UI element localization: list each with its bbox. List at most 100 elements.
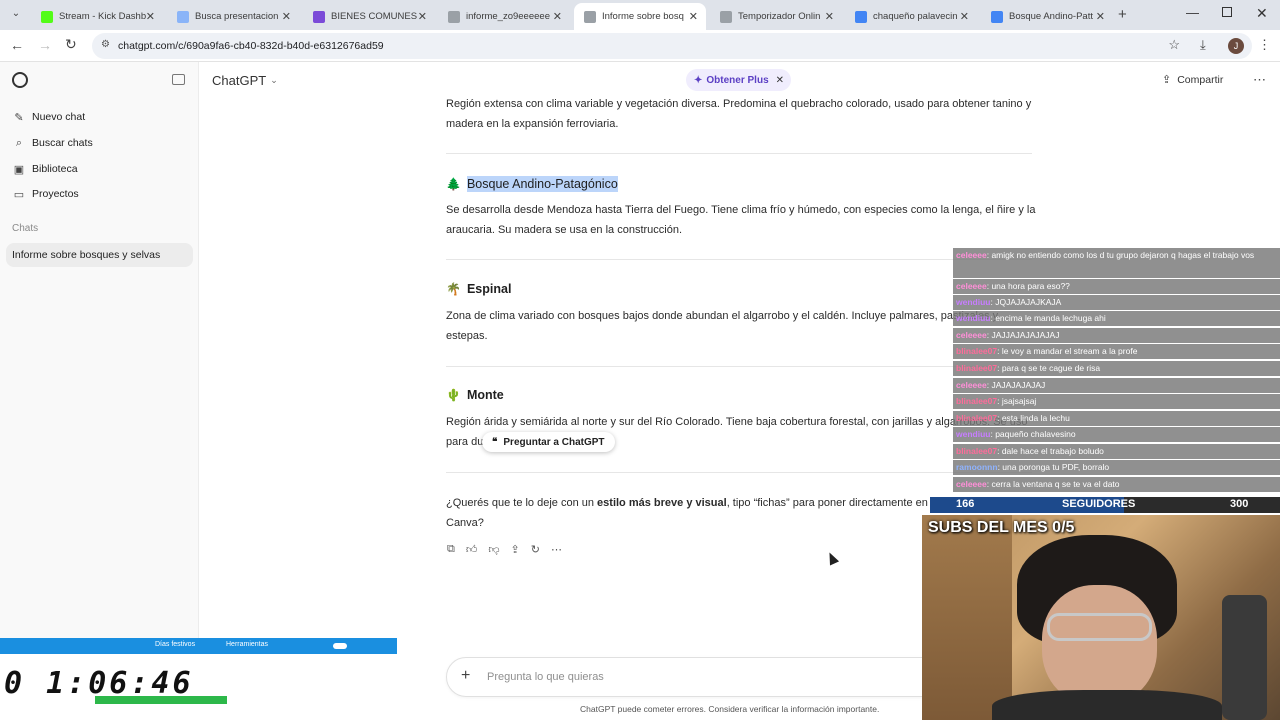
chat-username: wendiuu: [956, 429, 991, 439]
more-options-icon[interactable]: ⋯: [551, 543, 562, 556]
chat-text: : amigk no entiendo como los d tu grupo …: [986, 250, 1255, 260]
thumbs-up-icon[interactable]: 👍︎: [466, 543, 478, 556]
chat-message: blinalee07: para q se te cague de risa: [953, 361, 1280, 376]
sidebar-item-label: Nuevo chat: [32, 111, 86, 123]
tab-favicon-icon: [41, 10, 53, 23]
browser-tab[interactable]: Stream - Kick Dashb ✕: [31, 3, 163, 30]
thumbs-down-icon[interactable]: 👎︎: [488, 543, 499, 556]
sidebar-item-search-chats[interactable]: ⌕ Buscar chats: [12, 133, 93, 153]
quote-icon: ❝: [492, 436, 498, 448]
regenerate-icon[interactable]: ↻: [531, 543, 540, 556]
reload-button[interactable]: ↻: [65, 36, 77, 53]
chat-username: blinalee07: [956, 446, 998, 456]
chat-message: blinalee07: esta linda la lechu: [953, 411, 1280, 426]
back-button[interactable]: ←: [10, 37, 24, 53]
chat-text: : una poronga tu PDF, borralo: [997, 462, 1110, 472]
sidebar-item-projects[interactable]: ▭ Proyectos: [12, 184, 79, 204]
followers-label: SEGUIDORES: [1062, 498, 1136, 510]
question-bold-text: estilo más breve y visual: [597, 497, 727, 509]
browser-tab[interactable]: Bosque Andino-Patt ✕: [981, 3, 1113, 30]
browser-tab[interactable]: informe_zo9eeeeee ✕: [438, 3, 570, 30]
webcam-feed: SUBS DEL MES 0/5: [922, 515, 1280, 720]
tab-title: Bosque Andino-Patt: [1009, 11, 1093, 22]
search-icon: ⌕: [15, 136, 23, 149]
chat-list-item-label: Informe sobre bosques y selvas: [12, 249, 161, 261]
tab-close-icon[interactable]: ✕: [1096, 10, 1105, 23]
toggle-sidebar-icon[interactable]: [172, 74, 185, 85]
tab-title: chaqueño palavecin: [873, 11, 958, 22]
chat-text: : esta linda la lechu: [997, 413, 1070, 423]
chat-text: : JAJAJAJAJAJ: [986, 380, 1046, 390]
restore-button[interactable]: [1222, 7, 1232, 17]
tab-close-icon[interactable]: ✕: [553, 10, 562, 23]
tab-close-icon[interactable]: ✕: [146, 10, 155, 23]
downloads-icon[interactable]: ⤓: [1200, 37, 1206, 53]
sidebar-item-label: Buscar chats: [32, 137, 93, 149]
section-title: Bosque Andino-Patagónico: [466, 176, 618, 192]
section-text-espinal: Zona de clima variado con bosques bajos …: [446, 310, 999, 342]
model-label: ChatGPT: [212, 73, 267, 88]
cactus-icon: 🌵: [446, 388, 461, 402]
tab-close-icon[interactable]: ✕: [689, 10, 698, 23]
chat-username: celeeee: [956, 250, 987, 260]
tab-favicon-icon: [991, 10, 1003, 23]
folder-icon: ▭: [13, 188, 25, 201]
chat-username: blinalee07: [956, 396, 998, 406]
tab-close-icon[interactable]: ✕: [282, 10, 291, 23]
divider: [446, 259, 1032, 260]
tab-favicon-icon: [177, 10, 189, 23]
chat-list-item-active[interactable]: Informe sobre bosques y selvas: [6, 243, 193, 267]
openai-logo-icon[interactable]: [12, 72, 28, 88]
chat-text: : jsajsajsaj: [997, 396, 1037, 406]
close-icon[interactable]: ✕: [776, 75, 784, 86]
address-bar-row: ← → ↻ ⚙ chatgpt.com/c/690a9fa6-cb40-832d…: [0, 30, 1280, 62]
close-window-button[interactable]: ✕: [1256, 5, 1268, 22]
site-info-icon[interactable]: ⚙: [101, 39, 110, 50]
more-options-icon[interactable]: ⋯: [1253, 72, 1266, 88]
tab-close-icon[interactable]: ✕: [960, 10, 969, 23]
section-heading-monte: 🌵 Monte: [446, 388, 504, 402]
omnibox[interactable]: ⚙ chatgpt.com/c/690a9fa6-cb40-832d-b40d-…: [92, 33, 1252, 59]
sidebar-item-new-chat[interactable]: ✎ Nuevo chat: [12, 107, 85, 127]
ask-chatgpt-tooltip[interactable]: ❝ Preguntar a ChatGPT: [482, 432, 615, 452]
tab-title: Busca presentacion: [195, 11, 279, 22]
chat-message: wendiuu: paqueño chalavesino: [953, 427, 1280, 442]
section-text-bosque: Se desarrolla desde Mendoza hasta Tierra…: [446, 204, 1036, 236]
model-selector[interactable]: ChatGPT ⌄: [212, 73, 278, 88]
bookmark-star-icon[interactable]: ☆: [1168, 37, 1180, 53]
palm-tree-icon: 🌴: [446, 282, 461, 296]
timer-tab-label: Herramientas: [226, 641, 269, 648]
headphones-stand: [1222, 595, 1267, 720]
intro-paragraph: Región extensa con clima variable y vege…: [446, 98, 1032, 130]
browser-menu-icon[interactable]: ⋮: [1258, 37, 1271, 53]
streamer-shirt: [992, 690, 1222, 720]
share-icon[interactable]: ⇪: [511, 543, 520, 556]
share-button[interactable]: ⇪ Compartir: [1162, 73, 1223, 87]
tab-close-icon[interactable]: ✕: [418, 10, 427, 23]
ask-tooltip-label: Preguntar a ChatGPT: [503, 436, 605, 448]
browser-tab[interactable]: Busca presentacion ✕: [167, 3, 299, 30]
sidebar-item-library[interactable]: ▣ Biblioteca: [12, 159, 78, 179]
browser-tab[interactable]: Informe sobre bosq ✕: [574, 3, 706, 30]
chat-username: wendiuu: [956, 313, 991, 323]
section-title: Espinal: [466, 282, 512, 296]
copy-icon[interactable]: ⧉: [447, 543, 455, 556]
divider: [446, 366, 1032, 367]
browser-tab[interactable]: Temporizador Onlin ✕: [710, 3, 842, 30]
tab-close-icon[interactable]: ✕: [825, 10, 834, 23]
forward-button[interactable]: →: [38, 37, 52, 53]
upgrade-label: Obtener Plus: [706, 74, 769, 86]
tab-search-button[interactable]: ⌄: [8, 8, 24, 24]
chat-username: wendiuu: [956, 297, 991, 307]
minimize-button[interactable]: —: [1186, 5, 1199, 20]
mouse-cursor-icon: [824, 550, 840, 566]
browser-tab[interactable]: BIENES COMUNES ✕: [303, 3, 435, 30]
new-tab-button[interactable]: +: [1118, 6, 1127, 23]
upgrade-pill[interactable]: ✦ Obtener Plus ✕: [686, 69, 791, 91]
chat-message: blinalee07: jsajsajsaj: [953, 394, 1280, 409]
profile-avatar[interactable]: J: [1228, 38, 1244, 54]
browser-tab[interactable]: chaqueño palavecin ✕: [845, 3, 977, 30]
plus-icon[interactable]: +: [461, 667, 470, 685]
tab-favicon-icon: [313, 10, 325, 23]
chat-username: blinalee07: [956, 363, 998, 373]
